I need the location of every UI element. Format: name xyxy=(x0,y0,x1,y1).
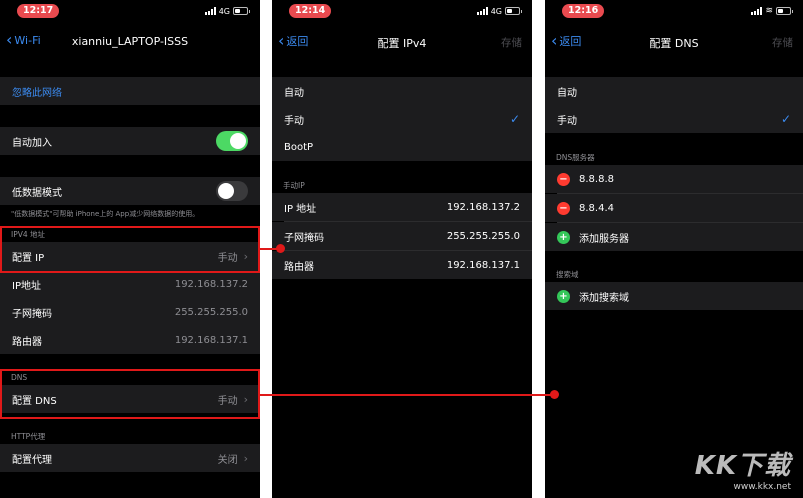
add-search-domain-button[interactable]: + 添加搜索域 xyxy=(545,282,803,310)
dns-server-value[interactable]: 8.8.8.8 xyxy=(579,174,791,185)
router-label: 路由器 xyxy=(284,261,314,273)
battery-icon xyxy=(233,7,250,15)
nav-bar: ‹ 返回 配置 IPv4 存储 xyxy=(272,26,532,56)
subnet-mask-row[interactable]: 子网掩码 255.255.255.0 xyxy=(272,222,532,250)
manual-ip-section-header: 手动IP xyxy=(283,181,305,190)
low-data-mode-row: 低数据模式 xyxy=(0,177,260,205)
configure-proxy-label: 配置代理 xyxy=(12,454,52,466)
forget-network-button[interactable]: 忽略此网络 xyxy=(0,77,260,105)
search-domains-section-header: 搜索域 xyxy=(556,270,579,279)
watermark: KK下载 www.kkx.net xyxy=(695,445,791,492)
watermark-brand: KK下载 xyxy=(694,451,791,481)
configure-proxy-value: 关闭 xyxy=(217,454,238,466)
connector-dot xyxy=(550,390,559,399)
battery-icon xyxy=(776,7,793,15)
ip-address-row: IP地址 192.168.137.2 xyxy=(0,270,260,298)
nav-bar: ‹ 返回 配置 DNS 存储 xyxy=(545,26,803,56)
dns-servers-section-header: DNS服务器 xyxy=(556,153,595,162)
connector-dot xyxy=(276,244,285,253)
status-bar: 12:16 ≋ xyxy=(545,0,803,22)
signal-icon xyxy=(476,7,488,15)
plus-circle-icon: + xyxy=(557,289,570,303)
http-proxy-section-header: HTTP代理 xyxy=(11,432,46,441)
low-data-mode-toggle[interactable] xyxy=(216,181,248,201)
wifi-icon: ≋ xyxy=(765,6,773,16)
chevron-right-icon: › xyxy=(243,451,248,465)
configure-proxy-row[interactable]: 配置代理 关闭 › xyxy=(0,444,260,472)
configure-dns-screen: 12:16 ≋ ‹ 返回 配置 DNS 存储 自动 手动 ✓ DNS服务器 − … xyxy=(545,0,803,498)
router-field[interactable]: 192.168.137.1 xyxy=(447,260,520,271)
checkmark-icon: ✓ xyxy=(509,112,520,126)
status-time: 12:16 xyxy=(562,4,605,18)
network-type: 4G xyxy=(490,6,502,16)
option-label: BootP xyxy=(284,141,314,153)
watermark-url: www.kkx.net xyxy=(733,482,792,492)
option-auto[interactable]: 自动 xyxy=(272,77,532,105)
battery-icon xyxy=(505,7,522,15)
subnet-mask-label: 子网掩码 xyxy=(284,232,324,244)
signal-icon xyxy=(751,7,763,15)
dns-server-row[interactable]: − 8.8.8.8 xyxy=(545,165,803,193)
subnet-mask-value: 255.255.255.0 xyxy=(174,306,248,318)
low-data-mode-label: 低数据模式 xyxy=(12,187,62,199)
router-label: 路由器 xyxy=(12,336,42,348)
page-title: xianniu_LAPTOP-ISSS xyxy=(71,35,189,48)
status-bar: 12:17 4G xyxy=(0,0,260,22)
option-label: 自动 xyxy=(284,87,304,99)
status-bar: 12:14 4G xyxy=(272,0,532,22)
low-data-note: "低数据模式"可帮助 iPhone上的 App减少网络数据的使用。 xyxy=(11,210,200,218)
option-manual[interactable]: 手动 ✓ xyxy=(545,105,803,133)
signal-icon xyxy=(204,7,216,15)
ip-address-label: IP 地址 xyxy=(284,203,317,215)
configure-dns-highlight xyxy=(0,369,260,419)
subnet-mask-label: 子网掩码 xyxy=(12,308,52,320)
page-title: 配置 DNS xyxy=(649,37,699,50)
page-title: 配置 IPv4 xyxy=(377,37,427,50)
connector-line xyxy=(260,394,552,396)
subnet-mask-row: 子网掩码 255.255.255.0 xyxy=(0,298,260,326)
configure-ip-highlight xyxy=(0,226,260,273)
option-label: 自动 xyxy=(557,87,577,99)
add-search-domain-label: 添加搜索域 xyxy=(579,292,629,304)
router-row: 路由器 192.168.137.1 xyxy=(0,326,260,354)
router-row[interactable]: 路由器 192.168.137.1 xyxy=(272,251,532,279)
subnet-mask-field[interactable]: 255.255.255.0 xyxy=(447,231,520,242)
auto-join-toggle[interactable] xyxy=(216,131,248,151)
option-manual[interactable]: 手动 ✓ xyxy=(272,105,532,133)
dns-server-row[interactable]: − 8.8.4.4 xyxy=(545,194,803,222)
option-label: 手动 xyxy=(557,115,577,127)
auto-join-row: 自动加入 xyxy=(0,127,260,155)
router-value: 192.168.137.1 xyxy=(174,334,248,346)
status-time: 12:14 xyxy=(289,4,332,18)
ip-address-value: 192.168.137.2 xyxy=(174,278,248,290)
save-button[interactable]: 存储 xyxy=(501,35,522,50)
save-button[interactable]: 存储 xyxy=(772,35,793,50)
plus-circle-icon: + xyxy=(557,230,570,244)
minus-circle-icon[interactable]: − xyxy=(557,201,570,215)
status-time: 12:17 xyxy=(17,4,60,18)
checkmark-icon: ✓ xyxy=(780,112,791,126)
add-server-label: 添加服务器 xyxy=(579,233,629,245)
nav-bar: ‹ Wi-Fi xianniu_LAPTOP-ISSS xyxy=(0,26,260,56)
ip-address-field[interactable]: 192.168.137.2 xyxy=(447,202,520,213)
ip-address-row[interactable]: IP 地址 192.168.137.2 xyxy=(272,193,532,221)
option-auto[interactable]: 自动 xyxy=(545,77,803,105)
dns-server-value[interactable]: 8.8.4.4 xyxy=(579,203,791,214)
minus-circle-icon[interactable]: − xyxy=(557,172,570,186)
network-type: 4G xyxy=(218,6,230,16)
auto-join-label: 自动加入 xyxy=(12,137,52,149)
add-server-button[interactable]: + 添加服务器 xyxy=(545,223,803,251)
configure-ipv4-screen: 12:14 4G ‹ 返回 配置 IPv4 存储 自动 手动 ✓ BootP 手… xyxy=(272,0,532,498)
option-bootp[interactable]: BootP xyxy=(272,133,532,161)
forget-network-label: 忽略此网络 xyxy=(12,87,62,99)
ip-address-label: IP地址 xyxy=(12,280,41,292)
option-label: 手动 xyxy=(284,115,304,127)
